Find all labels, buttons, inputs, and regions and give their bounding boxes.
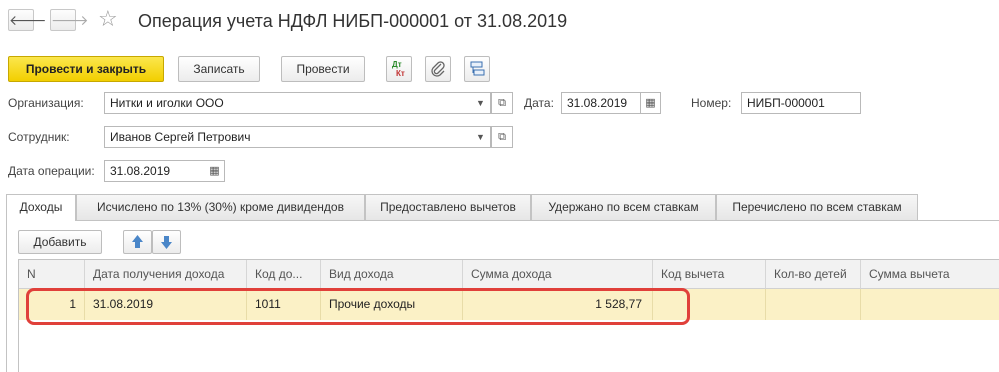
dt-kt-icon: Дт Кт <box>392 60 405 78</box>
save-button[interactable]: Записать <box>178 56 260 82</box>
organization-label: Организация: <box>8 96 84 110</box>
column-header-children-count[interactable]: Кол-во детей <box>766 260 861 289</box>
open-icon: ⧉ <box>498 131 506 143</box>
organization-open-button[interactable]: ⧉ <box>491 92 513 114</box>
post-button[interactable]: Провести <box>281 56 365 82</box>
arrow-left-icon: 🡐 <box>9 12 47 28</box>
calendar-icon: ▦ <box>645 97 656 109</box>
column-header-income-code[interactable]: Код до... <box>247 260 321 289</box>
arrow-right-icon: 🡒 <box>51 12 89 28</box>
highlight-annotation <box>26 288 690 325</box>
back-button[interactable]: 🡐 <box>8 9 47 31</box>
paperclip-icon <box>431 61 445 77</box>
star-icon[interactable]: ☆ <box>98 6 118 32</box>
arrow-down-icon <box>161 236 172 249</box>
cell-children-count[interactable] <box>766 289 861 320</box>
hierarchy-icon <box>470 61 485 76</box>
employee-label: Сотрудник: <box>8 130 70 144</box>
attach-button[interactable] <box>425 56 451 82</box>
column-header-income-amount[interactable]: Сумма дохода <box>463 260 653 289</box>
number-field[interactable]: НИБП-000001 <box>741 92 861 114</box>
organization-field[interactable]: Нитки и иголки ООО <box>104 92 472 114</box>
cell-deduction-sum[interactable] <box>861 289 999 320</box>
tab-transferred[interactable]: Перечислено по всем ставкам <box>716 194 918 220</box>
tab-calculated[interactable]: Исчислено по 13% (30%) кроме дивидендов <box>76 194 365 220</box>
organization-dropdown[interactable]: ▼ <box>471 92 491 114</box>
calendar-icon: ▦ <box>209 165 220 177</box>
column-header-income-date[interactable]: Дата получения дохода <box>85 260 247 289</box>
open-icon: ⧉ <box>498 97 506 109</box>
column-header-income-kind[interactable]: Вид дохода <box>321 260 463 289</box>
date-field[interactable]: 31.08.2019 <box>561 92 641 114</box>
employee-dropdown[interactable]: ▼ <box>471 126 491 148</box>
operation-date-field[interactable]: 31.08.2019 <box>104 160 206 182</box>
operation-date-calendar-button[interactable]: ▦ <box>205 160 225 182</box>
structure-button[interactable] <box>464 56 490 82</box>
arrow-up-icon <box>132 235 143 248</box>
chevron-down-icon: ▼ <box>476 132 485 142</box>
date-calendar-button[interactable]: ▦ <box>641 92 661 114</box>
number-label: Номер: <box>691 96 732 110</box>
tab-income[interactable]: Доходы <box>6 194 76 221</box>
chevron-down-icon: ▼ <box>476 98 485 108</box>
forward-button[interactable]: 🡒 <box>50 9 89 31</box>
column-header-deduction-code[interactable]: Код вычета <box>653 260 766 289</box>
dt-kt-button[interactable]: Дт Кт <box>386 56 412 82</box>
add-row-button[interactable]: Добавить <box>18 230 102 254</box>
move-up-button[interactable] <box>123 230 152 254</box>
operation-date-label: Дата операции: <box>8 164 95 178</box>
tab-deductions[interactable]: Предоставлено вычетов <box>365 194 531 220</box>
column-header-deduction-sum[interactable]: Сумма вычета <box>861 260 999 289</box>
employee-open-button[interactable]: ⧉ <box>491 126 513 148</box>
column-header-n[interactable]: N <box>19 260 85 289</box>
employee-field[interactable]: Иванов Сергей Петрович <box>104 126 472 148</box>
page-title: Операция учета НДФЛ НИБП-000001 от 31.08… <box>138 11 568 31</box>
tab-withheld[interactable]: Удержано по всем ставкам <box>531 194 716 220</box>
move-down-button[interactable] <box>152 230 181 254</box>
post-and-close-button[interactable]: Провести и закрыть <box>8 56 164 82</box>
date-label: Дата: <box>524 96 554 110</box>
